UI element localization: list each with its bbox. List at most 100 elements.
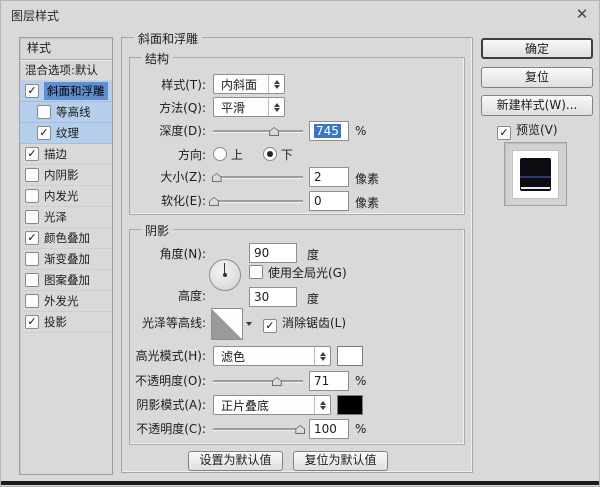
highlight-opacity-unit: %	[355, 374, 366, 388]
style-list-item[interactable]: 渐变叠加	[20, 249, 112, 270]
size-slider[interactable]	[213, 171, 303, 183]
style-label: 样式(T):	[101, 75, 206, 95]
style-item-checkbox[interactable]	[25, 294, 39, 308]
highlight-mode-dropdown[interactable]: 滤色	[213, 346, 331, 366]
highlight-opacity-slider[interactable]	[213, 375, 303, 387]
soften-unit: 像素	[355, 194, 379, 211]
depth-input[interactable]: 745	[309, 121, 349, 141]
style-list-item[interactable]: 光泽	[20, 207, 112, 228]
angle-input[interactable]: 90	[249, 243, 297, 263]
style-item-checkbox[interactable]: ✓	[25, 147, 39, 161]
style-item-checkbox[interactable]: ✓	[25, 231, 39, 245]
style-list-item[interactable]: 等高线	[20, 102, 112, 123]
highlight-opacity-label: 不透明度(O):	[81, 371, 206, 391]
style-item-label: 颜色叠加	[44, 230, 90, 246]
ok-button[interactable]: 确定	[481, 38, 593, 59]
style-list-item[interactable]: ✓ 颜色叠加	[20, 228, 112, 249]
style-item-checkbox[interactable]	[25, 273, 39, 287]
style-list-item[interactable]: ✓描边	[20, 144, 112, 165]
style-item-label: 内阴影	[44, 167, 79, 183]
style-item-label: 投影	[44, 314, 67, 330]
depth-unit: %	[355, 124, 366, 138]
style-list-item[interactable]: 外发光	[20, 291, 112, 312]
updown-arrow-icon	[314, 347, 330, 365]
style-preview-thumbnail	[520, 158, 551, 191]
style-list-item[interactable]: 内阴影	[20, 165, 112, 186]
style-item-checkbox[interactable]: ✓	[25, 315, 39, 329]
style-item-checkbox[interactable]	[37, 105, 51, 119]
style-preview-well	[504, 142, 567, 206]
antialias-box[interactable]: ✓	[263, 319, 277, 333]
altitude-unit: 度	[307, 290, 319, 307]
style-list-item[interactable]: 图案叠加	[20, 270, 112, 291]
style-dropdown[interactable]: 内斜面	[213, 74, 285, 94]
angle-dial[interactable]	[209, 259, 241, 291]
altitude-input[interactable]: 30	[249, 287, 297, 307]
style-list-item[interactable]: ✓斜面和浮雕	[20, 81, 112, 102]
style-item-checkbox[interactable]	[25, 168, 39, 182]
depth-slider-thumb[interactable]	[269, 127, 279, 136]
shadow-opacity-slider[interactable]	[213, 423, 303, 435]
highlight-color-swatch[interactable]	[337, 346, 363, 366]
direction-label: 方向:	[101, 145, 206, 165]
shadow-opacity-unit: %	[355, 422, 366, 436]
styles-list-header: 样式	[20, 38, 112, 60]
gloss-contour-thumbnail[interactable]	[211, 308, 243, 340]
updown-arrow-icon	[268, 75, 284, 93]
style-item-checkbox[interactable]: ✓	[25, 84, 39, 98]
style-dropdown-value: 内斜面	[214, 76, 268, 93]
gloss-contour-label: 光泽等高线:	[81, 313, 206, 333]
contour-dropdown-arrow-icon[interactable]	[242, 308, 255, 340]
style-item-checkbox[interactable]	[25, 252, 39, 266]
global-light-checkbox[interactable]: 使用全局光(G)	[249, 263, 347, 283]
style-item-label: 等高线	[56, 104, 91, 120]
size-slider-thumb[interactable]	[212, 173, 222, 182]
global-light-box[interactable]	[249, 265, 263, 279]
reset-default-button[interactable]: 复位为默认值	[293, 451, 388, 471]
close-icon[interactable]: ✕	[573, 5, 591, 23]
direction-down-radio[interactable]: 下	[263, 148, 293, 162]
highlight-opacity-thumb[interactable]	[272, 377, 282, 386]
style-list-item[interactable]: 内发光	[20, 186, 112, 207]
shadow-mode-label: 阴影模式(A):	[81, 395, 206, 415]
shadow-color-swatch[interactable]	[337, 395, 363, 415]
make-default-button[interactable]: 设置为默认值	[188, 451, 283, 471]
style-item-checkbox[interactable]: ✓	[37, 126, 51, 140]
style-item-label: 光泽	[44, 209, 67, 225]
updown-arrow-icon	[314, 396, 330, 414]
styles-list: 混合选项:默认✓斜面和浮雕等高线 ✓ 纹理 ✓描边内阴影内发光光泽 ✓ 颜色叠加渐变叠加图…	[20, 60, 112, 333]
style-list-item[interactable]: 混合选项:默认	[20, 60, 112, 81]
shading-legend: 阴影	[141, 222, 173, 239]
style-item-checkbox[interactable]	[25, 210, 39, 224]
style-item-label: 内发光	[44, 188, 79, 204]
reset-button[interactable]: 复位	[481, 67, 593, 88]
panel-title: 斜面和浮雕	[134, 30, 202, 47]
highlight-opacity-input[interactable]: 71	[309, 371, 349, 391]
depth-label: 深度(D):	[101, 121, 206, 141]
preview-box[interactable]: ✓	[497, 126, 511, 140]
shadow-opacity-input[interactable]: 100	[309, 419, 349, 439]
technique-label: 方法(Q):	[101, 98, 206, 118]
dialog-title: 图层样式	[11, 7, 59, 24]
highlight-mode-label: 高光模式(H):	[81, 346, 206, 366]
style-item-checkbox[interactable]	[25, 189, 39, 203]
style-list-item[interactable]: ✓ 纹理	[20, 123, 112, 144]
style-preview-inner	[512, 150, 559, 199]
size-input[interactable]: 2	[309, 167, 349, 187]
updown-arrow-icon	[268, 98, 284, 116]
angle-unit: 度	[307, 246, 319, 263]
shadow-mode-dropdown[interactable]: 正片叠底	[213, 395, 331, 415]
altitude-label: 高度:	[101, 286, 206, 306]
antialias-checkbox[interactable]: ✓消除锯齿(L)	[263, 313, 346, 333]
soften-input[interactable]: 0	[309, 191, 349, 211]
layer-style-dialog: 图层样式 ✕ 样式 混合选项:默认✓斜面和浮雕等高线✓纹理✓描边内阴影内发光光泽…	[0, 0, 600, 487]
style-item-label: 渐变叠加	[44, 251, 90, 267]
preview-checkbox[interactable]: ✓预览(V)	[497, 121, 558, 140]
new-style-button[interactable]: 新建样式(W)...	[481, 95, 593, 116]
technique-dropdown[interactable]: 平滑	[213, 97, 285, 117]
style-item-label: 外发光	[44, 293, 79, 309]
depth-slider[interactable]	[213, 125, 303, 137]
soften-slider[interactable]	[213, 195, 303, 207]
direction-up-radio[interactable]: 上	[213, 148, 243, 162]
style-item-label: 纹理	[56, 125, 79, 141]
